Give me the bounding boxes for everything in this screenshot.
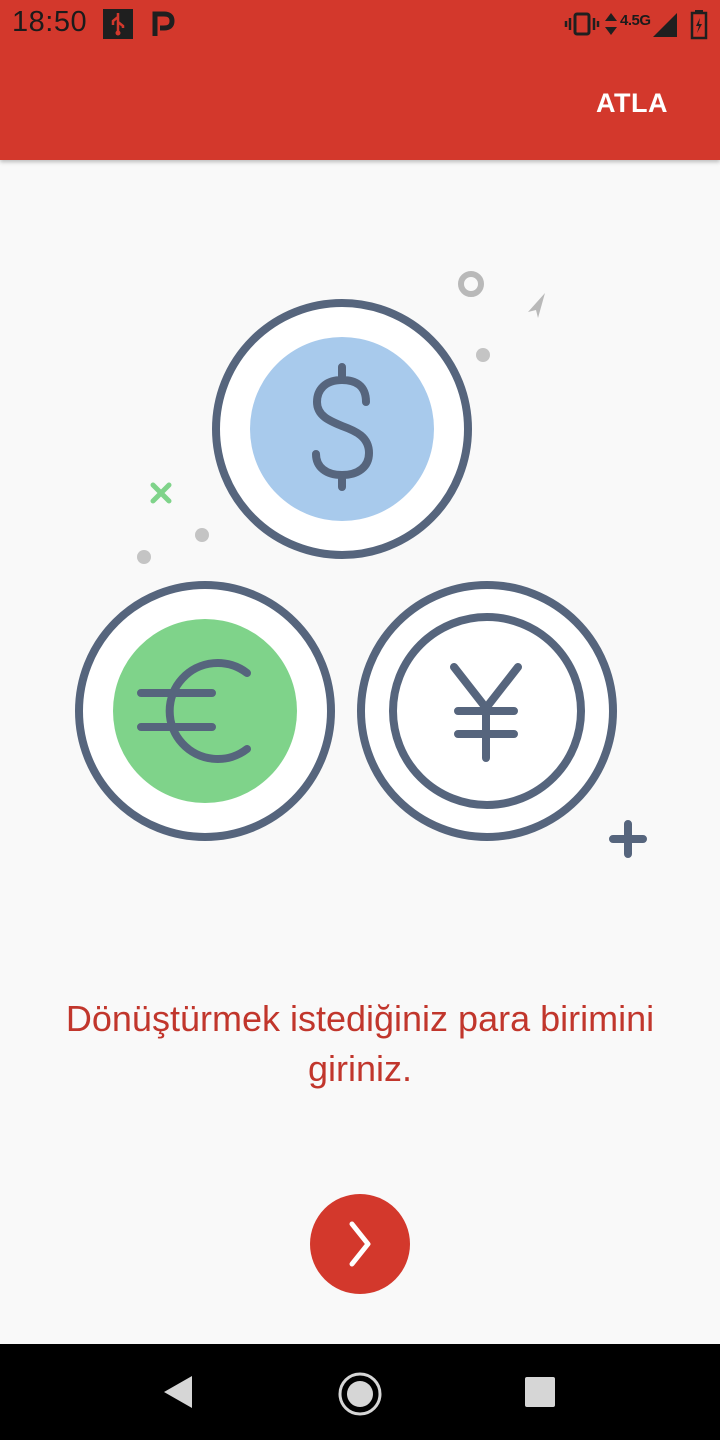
next-button[interactable] — [310, 1194, 410, 1294]
sparkle-decoration-icon — [528, 293, 545, 318]
back-icon[interactable] — [160, 1374, 196, 1410]
dot-decoration-icon — [195, 528, 209, 542]
cross-decoration-icon — [150, 482, 172, 504]
plus-decoration-icon — [609, 820, 647, 858]
dot-decoration-icon — [137, 550, 151, 564]
usb-icon — [103, 9, 133, 39]
status-bar: 18:50 4.5G — [0, 0, 720, 48]
network-type: 4.5G — [620, 12, 651, 29]
status-time: 18:50 — [12, 6, 88, 38]
vibrate-icon — [564, 12, 600, 36]
ring-decoration-icon — [458, 271, 484, 297]
yen-coin-icon — [357, 581, 617, 841]
chevron-right-icon — [349, 1221, 371, 1267]
currency-illustration — [75, 271, 647, 858]
home-icon[interactable] — [336, 1370, 384, 1418]
recents-icon[interactable] — [524, 1376, 556, 1408]
app-bar: 18:50 4.5G ATLA — [0, 0, 720, 160]
skip-button[interactable]: ATLA — [596, 88, 668, 119]
data-arrows-icon — [605, 13, 617, 35]
navigation-bar — [0, 1344, 720, 1440]
dollar-coin-icon — [212, 299, 472, 559]
onboarding-message: Dönüştürmek istediğiniz para birimini gi… — [65, 998, 655, 1089]
euro-coin-icon — [75, 581, 335, 841]
dot-decoration-icon — [476, 348, 490, 362]
parking-app-icon — [152, 11, 175, 36]
battery-charging-icon — [690, 10, 708, 40]
signal-icon — [653, 13, 677, 37]
